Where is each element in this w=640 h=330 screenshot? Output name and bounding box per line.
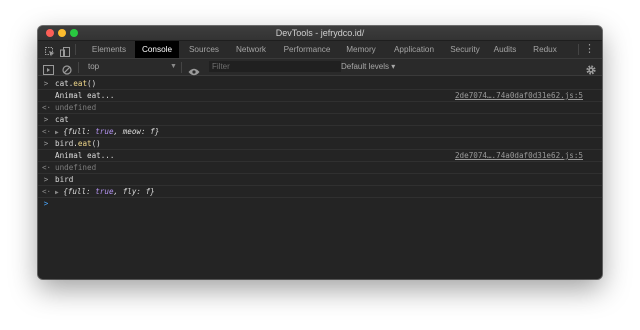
console-input-row: > bird [38, 174, 602, 186]
tab-performance[interactable]: Performance [278, 41, 336, 58]
tab-network[interactable]: Network [229, 41, 273, 58]
console-input-row: > cat.eat() [38, 78, 602, 90]
tab-memory[interactable]: Memory [341, 41, 381, 58]
title-bar: DevTools - jefrydco.id/ [38, 26, 602, 41]
console-toolbar: top ▼ Default levels ▾ [38, 59, 602, 76]
device-toolbar-icon[interactable] [60, 44, 70, 57]
tab-divider [578, 44, 579, 55]
expand-triangle-icon[interactable]: ▶ [55, 189, 59, 196]
log-message: Animal eat... [55, 91, 115, 100]
console-input-row: > bird.eat() [38, 138, 602, 150]
chevron-down-icon[interactable]: ▼ [170, 59, 177, 75]
console-result-row: <· ▶ {full: true, meow: f} [38, 126, 602, 138]
result-value: undefined [55, 103, 97, 112]
result-object[interactable]: ▶ {full: true, fly: f} [55, 186, 155, 197]
window-title: DevTools - jefrydco.id/ [275, 28, 365, 38]
console-prompt-row[interactable]: > [38, 198, 602, 209]
input-code[interactable]: bird.eat() [55, 138, 101, 149]
log-message: Animal eat... [55, 151, 115, 160]
tab-security[interactable]: Security [446, 41, 484, 58]
console-result-row: <· undefined [38, 102, 602, 114]
expand-triangle-icon[interactable]: ▶ [55, 129, 59, 136]
console-output: > cat.eat() Animal eat... 2de7074….74a0d… [38, 76, 602, 279]
input-code[interactable]: cat [55, 114, 69, 125]
tab-divider [75, 44, 76, 55]
input-prompt-icon: > [43, 175, 49, 184]
console-input-row: > cat [38, 114, 602, 126]
console-log-row: Animal eat... 2de7074….74a0daf0d31e62.js… [38, 150, 602, 162]
tab-redux[interactable]: Redux [530, 41, 560, 58]
toolbar-divider [181, 62, 182, 73]
tab-audits[interactable]: Audits [490, 41, 520, 58]
console-log-row: Animal eat... 2de7074….74a0daf0d31e62.js… [38, 90, 602, 102]
result-arrow-icon: <· [42, 127, 52, 136]
panel-tabs-bar: Elements Console Sources Network Perform… [38, 41, 602, 59]
more-options-icon[interactable]: ⋮ [584, 42, 595, 57]
result-arrow-icon: <· [42, 163, 52, 172]
console-result-row: <· ▶ {full: true, fly: f} [38, 186, 602, 198]
devtools-window: DevTools - jefrydco.id/ Elements Console… [38, 26, 602, 279]
input-code[interactable]: bird [55, 174, 73, 185]
inspect-element-icon[interactable] [45, 44, 55, 57]
result-arrow-icon: <· [42, 187, 52, 196]
toolbar-divider [78, 62, 79, 73]
tab-application[interactable]: Application [389, 41, 439, 58]
input-prompt-icon: > [43, 79, 49, 88]
input-prompt-icon: > [43, 139, 49, 148]
log-source-link[interactable]: 2de7074….74a0daf0d31e62.js:5 [455, 150, 583, 161]
log-levels-dropdown[interactable]: Default levels ▾ [341, 59, 395, 75]
result-value: undefined [55, 163, 97, 172]
tab-elements[interactable]: Elements [85, 41, 133, 58]
tab-console[interactable]: Console [135, 41, 179, 58]
console-prompt-icon: > [43, 199, 49, 208]
result-arrow-icon: <· [42, 103, 52, 112]
tab-sources[interactable]: Sources [182, 41, 226, 58]
input-code[interactable]: cat.eat() [55, 78, 96, 89]
log-source-link[interactable]: 2de7074….74a0daf0d31e62.js:5 [455, 90, 583, 101]
console-result-row: <· undefined [38, 162, 602, 174]
result-object[interactable]: ▶ {full: true, meow: f} [55, 126, 159, 137]
input-prompt-icon: > [43, 115, 49, 124]
filter-input[interactable] [209, 61, 341, 72]
context-selector[interactable]: top [88, 59, 99, 75]
